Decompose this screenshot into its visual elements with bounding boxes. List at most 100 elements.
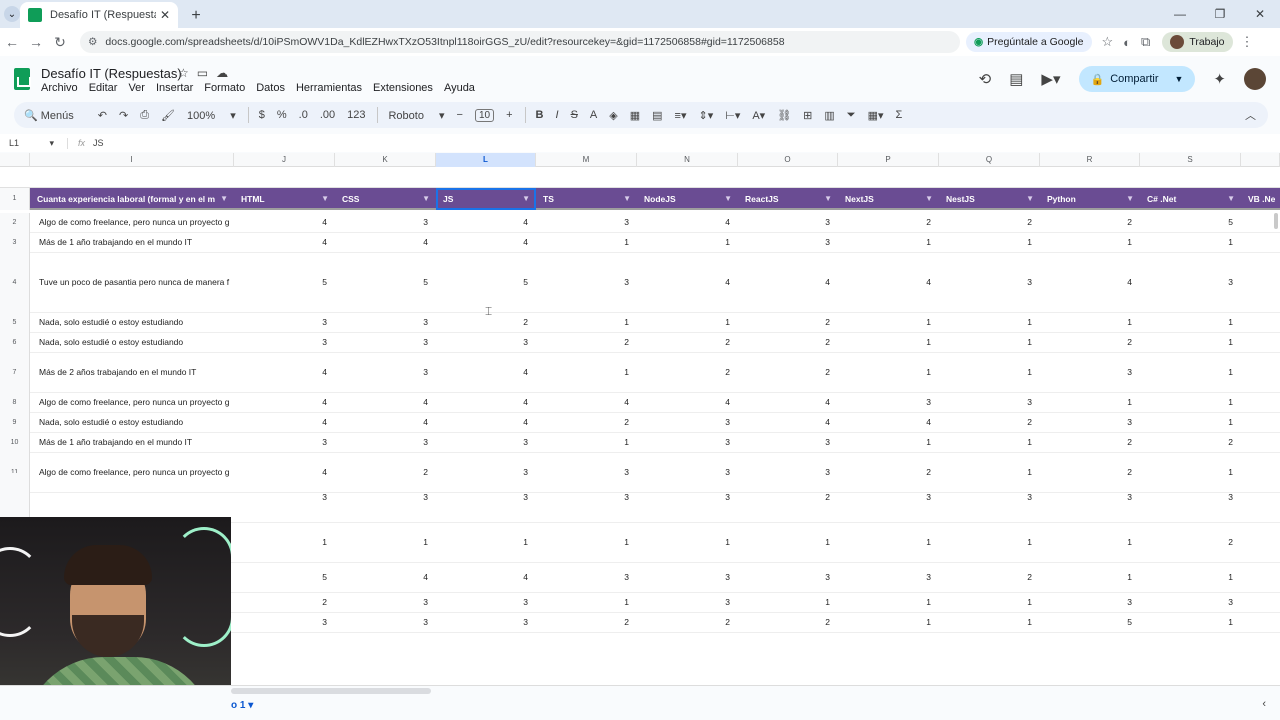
font-size-field[interactable]: 10	[474, 108, 495, 122]
row-number[interactable]: 1	[0, 188, 30, 210]
formula-input[interactable]: JS	[93, 138, 104, 148]
bookmark-star-icon[interactable]: ☆	[1102, 34, 1114, 50]
browser-tab[interactable]: Desafío IT (Respuestas) - Hojas ✕	[20, 2, 178, 28]
table-row[interactable]: 4 Tuve un poco de pasantia pero nunca de …	[0, 253, 1280, 313]
rating-cell[interactable]: 3	[690, 492, 730, 502]
rating-cell[interactable]: 5	[1092, 617, 1132, 627]
rating-cell[interactable]: 5	[388, 277, 428, 287]
row-number[interactable]: 6	[0, 333, 30, 353]
increase-decimal-button[interactable]: .00	[320, 109, 335, 121]
rating-cell[interactable]: 4	[790, 277, 830, 287]
rating-cell[interactable]: 2	[1193, 537, 1233, 547]
rating-cell[interactable]: 1	[891, 317, 931, 327]
rating-cell[interactable]: 4	[1092, 277, 1132, 287]
rating-cell[interactable]: 3	[287, 492, 327, 502]
header-cell-J[interactable]: HTML ▼	[234, 188, 335, 210]
rating-cell[interactable]: 4	[388, 397, 428, 407]
rating-cell[interactable]: 3	[690, 417, 730, 427]
star-icon[interactable]: ☆	[178, 66, 197, 80]
rating-cell[interactable]: 4	[388, 237, 428, 247]
rating-cell[interactable]: 3	[1092, 367, 1132, 377]
filter-icon[interactable]: ⏷	[847, 109, 856, 122]
horizontal-scrollbar[interactable]	[231, 688, 431, 694]
rating-cell[interactable]: 3	[589, 492, 629, 502]
font-select[interactable]: Roboto ▾	[388, 109, 444, 122]
rating-cell[interactable]: 4	[488, 572, 528, 582]
rating-cell[interactable]: 2	[790, 337, 830, 347]
rating-cell[interactable]: 1	[1092, 537, 1132, 547]
vertical-scrollbar[interactable]	[1274, 213, 1278, 229]
font-size-plus-icon[interactable]: +	[506, 109, 512, 121]
menu-insertar[interactable]: Insertar	[156, 82, 193, 94]
rating-cell[interactable]: 3	[287, 337, 327, 347]
rating-cell[interactable]: 1	[589, 437, 629, 447]
rating-cell[interactable]: 1	[1092, 237, 1132, 247]
rating-cell[interactable]: 1	[992, 317, 1032, 327]
font-size-minus-icon[interactable]: −	[457, 109, 463, 121]
table-row[interactable]: 3 Más de 1 año trabajando en el mundo IT 4…	[0, 233, 1280, 253]
rating-cell[interactable]: 2	[790, 367, 830, 377]
experience-cell[interactable]: Nada, solo estudié o estoy estudiando	[39, 417, 234, 427]
rating-cell[interactable]: 1	[891, 237, 931, 247]
column-header-Q[interactable]: Q	[939, 153, 1040, 167]
rating-cell[interactable]: 2	[1092, 437, 1132, 447]
rating-cell[interactable]: 1	[992, 237, 1032, 247]
rating-cell[interactable]: 4	[589, 397, 629, 407]
rating-cell[interactable]: 3	[488, 437, 528, 447]
rating-cell[interactable]: 3	[589, 217, 629, 227]
menu-editar[interactable]: Editar	[89, 82, 118, 94]
rating-cell[interactable]: 2	[488, 317, 528, 327]
rating-cell[interactable]: 3	[891, 572, 931, 582]
rating-cell[interactable]: 1	[1193, 237, 1233, 247]
borders-icon[interactable]: ▦	[630, 109, 640, 122]
header-cell-I[interactable]: Cuanta experiencia laboral (formal y en …	[30, 188, 234, 210]
rating-cell[interactable]: 3	[388, 492, 428, 502]
rating-cell[interactable]: 4	[690, 217, 730, 227]
column-header-next[interactable]	[1241, 153, 1280, 167]
filter-dropdown-icon[interactable]: ▼	[422, 188, 430, 210]
more-formats-button[interactable]: 123	[347, 109, 365, 121]
rating-cell[interactable]: 2	[690, 367, 730, 377]
rating-cell[interactable]: 1	[891, 617, 931, 627]
experience-cell[interactable]: Nada, solo estudié o estoy estudiando	[39, 317, 234, 327]
rating-cell[interactable]: 2	[992, 417, 1032, 427]
rating-cell[interactable]: 5	[488, 277, 528, 287]
rating-cell[interactable]: 4	[388, 572, 428, 582]
rating-cell[interactable]: 4	[488, 217, 528, 227]
rating-cell[interactable]: 3	[690, 572, 730, 582]
filter-dropdown-icon[interactable]: ▼	[1227, 188, 1235, 210]
rating-cell[interactable]: 1	[891, 367, 931, 377]
sheets-logo-icon[interactable]	[14, 68, 31, 90]
rating-cell[interactable]: 3	[992, 492, 1032, 502]
row-number[interactable]: 10	[0, 433, 30, 453]
rating-cell[interactable]: 1	[1193, 317, 1233, 327]
rating-cell[interactable]: 1	[488, 537, 528, 547]
strikethrough-icon[interactable]: S	[571, 109, 578, 121]
rating-cell[interactable]: 1	[891, 537, 931, 547]
extensions-puzzle-icon[interactable]: ⧉	[1141, 34, 1150, 50]
rating-cell[interactable]: 1	[1092, 317, 1132, 327]
header-cell-Q[interactable]: NestJS ▼	[939, 188, 1040, 210]
sheet-tab[interactable]: o 1 ▾	[231, 700, 253, 711]
rating-cell[interactable]: 4	[891, 417, 931, 427]
table-row[interactable]: 7 Más de 2 años trabajando en el mundo IT…	[0, 353, 1280, 393]
bold-icon[interactable]: B	[536, 109, 544, 121]
version-history-icon[interactable]: ⟲	[979, 70, 992, 88]
insert-link-icon[interactable]: ⛓	[777, 109, 791, 122]
rating-cell[interactable]: 3	[1193, 277, 1233, 287]
rating-cell[interactable]: 3	[790, 217, 830, 227]
rating-cell[interactable]: 4	[488, 417, 528, 427]
rating-cell[interactable]: 4	[690, 277, 730, 287]
rating-cell[interactable]: 1	[1193, 417, 1233, 427]
rating-cell[interactable]: 3	[388, 337, 428, 347]
rating-cell[interactable]: 3	[388, 367, 428, 377]
rating-cell[interactable]: 4	[287, 417, 327, 427]
url-field[interactable]: ⚙ docs.google.com/spreadsheets/d/10iPSmO…	[80, 31, 960, 53]
rating-cell[interactable]: 3	[388, 597, 428, 607]
rating-cell[interactable]: 2	[1092, 337, 1132, 347]
rating-cell[interactable]: 2	[891, 217, 931, 227]
text-rotation-icon[interactable]: A▾	[752, 109, 765, 122]
comments-icon[interactable]: ▤	[1009, 70, 1023, 88]
browser-menu-icon[interactable]: ⋮	[1241, 34, 1254, 50]
rating-cell[interactable]: 1	[790, 597, 830, 607]
